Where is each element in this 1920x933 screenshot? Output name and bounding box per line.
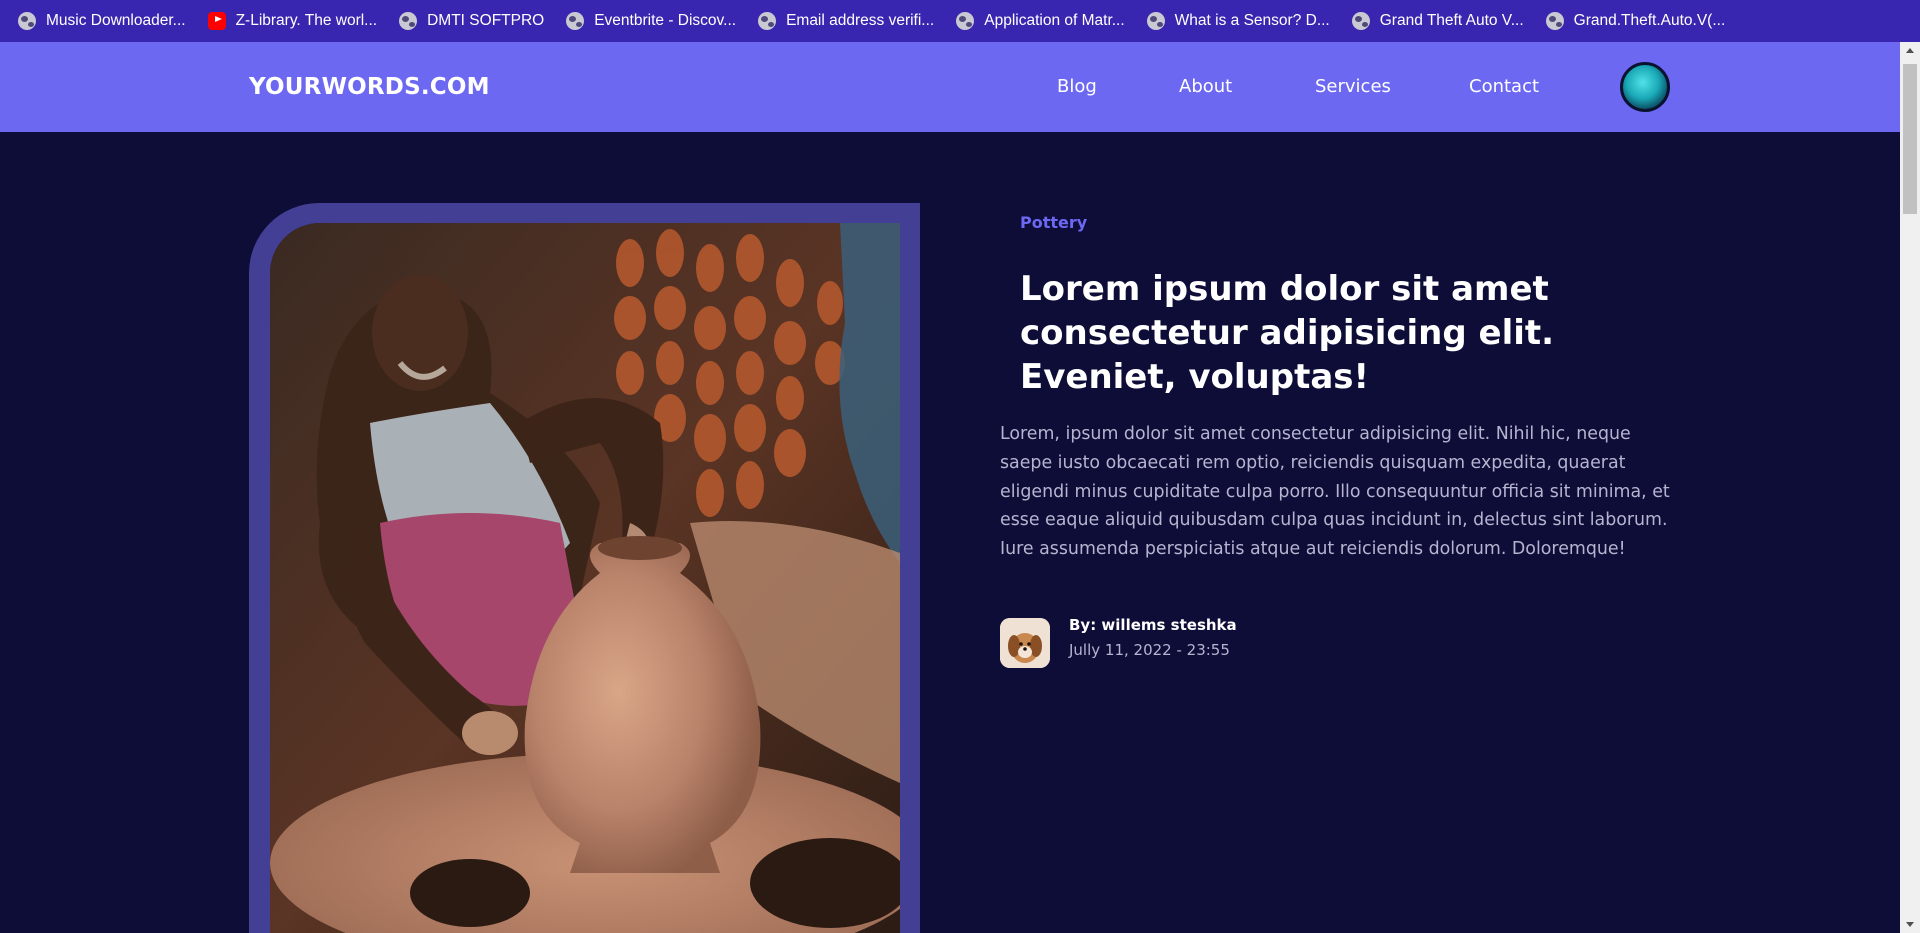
bookmarks-bar: Music Downloader... Z-Library. The worl.… — [0, 0, 1920, 42]
bookmark-item[interactable]: Application of Matr... — [956, 0, 1125, 42]
globe-icon — [1351, 12, 1370, 30]
bookmark-item[interactable]: Email address verifi... — [758, 0, 934, 42]
bookmark-label: Email address verifi... — [786, 12, 935, 29]
author-avatar — [1000, 618, 1050, 668]
scrollbar-thumb[interactable] — [1903, 64, 1917, 214]
scroll-up-arrow-icon[interactable] — [1906, 48, 1914, 53]
post-title: Lorem ipsum dolor sit amet consectetur a… — [1020, 269, 1555, 397]
globe-icon — [1545, 12, 1564, 30]
youtube-icon — [207, 12, 226, 30]
post-category[interactable]: Pottery — [1020, 213, 1087, 232]
bookmark-label: What is a Sensor? D... — [1174, 12, 1330, 29]
scroll-down-arrow-icon[interactable] — [1906, 922, 1914, 927]
bookmark-item[interactable]: Music Downloader... — [18, 0, 186, 42]
globe-icon — [758, 12, 777, 30]
post-body: Lorem, ipsum dolor sit amet consectetur … — [1000, 424, 1670, 560]
post-image — [270, 223, 900, 933]
bookmark-label: Eventbrite - Discov... — [594, 12, 737, 29]
bookmark-item[interactable]: DMTI SOFTPRO — [399, 0, 544, 42]
bookmark-item[interactable]: Grand Theft Auto V... — [1351, 0, 1524, 42]
bookmark-label: Grand.Theft.Auto.V(... — [1573, 12, 1726, 29]
post-date: Jully 11, 2022 - 23:55 — [1069, 641, 1230, 659]
bookmark-item[interactable]: What is a Sensor? D... — [1146, 0, 1330, 42]
site-header: YOURWORDS.COM Blog About Services Contac… — [0, 42, 1900, 132]
globe-icon — [18, 12, 36, 30]
globe-icon — [1146, 12, 1165, 30]
bookmark-label: DMTI SOFTPRO — [427, 12, 545, 29]
bookmark-label: Z-Library. The worl... — [235, 12, 378, 29]
nav-link-about[interactable]: About — [1179, 42, 1232, 132]
user-avatar[interactable] — [1620, 62, 1670, 112]
scrollbar[interactable] — [1900, 42, 1920, 933]
globe-icon — [399, 12, 418, 30]
author-name[interactable]: By: willems steshka — [1069, 616, 1237, 634]
bookmark-item[interactable]: Z-Library. The worl... — [207, 0, 378, 42]
bookmark-label: Music Downloader... — [46, 12, 186, 29]
bookmark-item[interactable]: Grand.Theft.Auto.V(... — [1545, 0, 1726, 42]
bookmark-item[interactable]: Eventbrite - Discov... — [566, 0, 736, 42]
nav-link-contact[interactable]: Contact — [1469, 42, 1539, 132]
nav-link-services[interactable]: Services — [1315, 42, 1391, 132]
bookmark-label: Application of Matr... — [984, 12, 1125, 29]
bookmark-label: Grand Theft Auto V... — [1379, 12, 1524, 29]
globe-icon — [566, 12, 585, 30]
site-logo[interactable]: YOURWORDS.COM — [249, 42, 490, 132]
nav-link-blog[interactable]: Blog — [1057, 42, 1097, 132]
globe-icon — [956, 12, 975, 30]
